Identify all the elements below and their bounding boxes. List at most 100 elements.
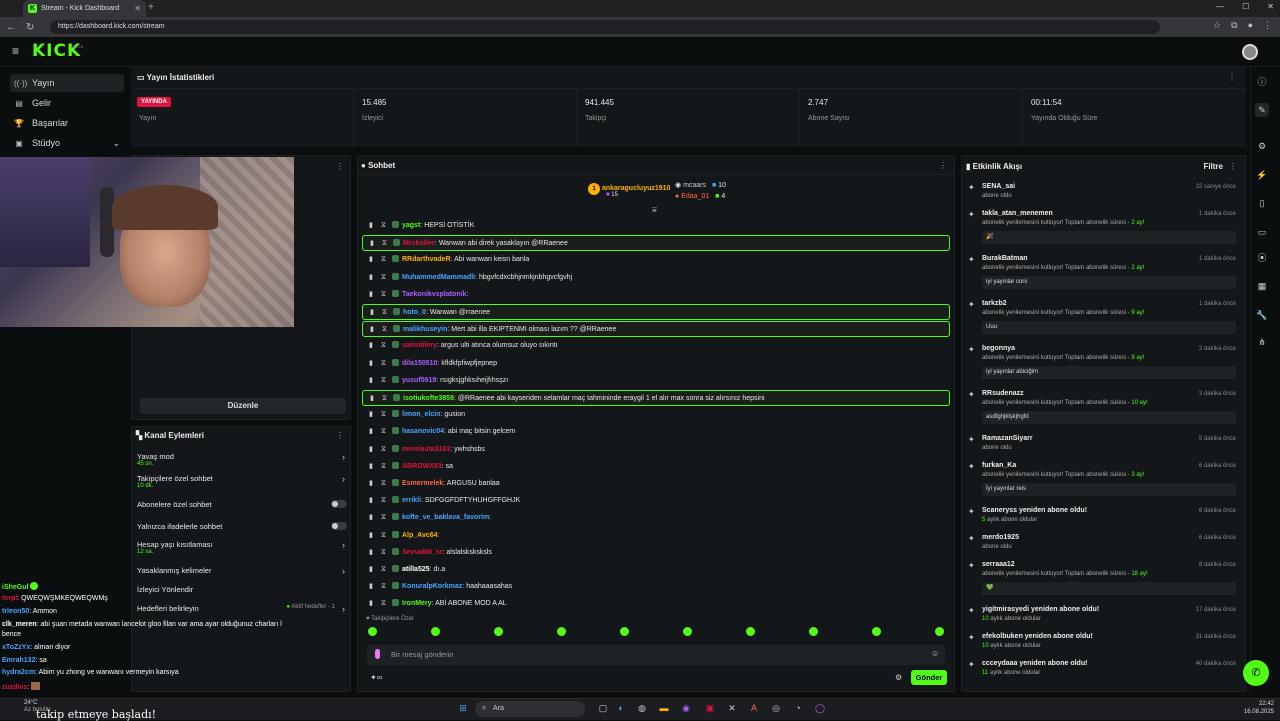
mic-icon[interactable]	[375, 649, 380, 659]
top-gifter-1[interactable]: 1 ankaragucluyuz1910	[588, 183, 670, 195]
nav-item-gelir[interactable]: ▤ Gelir	[10, 94, 124, 112]
document-icon[interactable]: ▯	[1255, 196, 1269, 210]
url-field[interactable]: https://dashboard.kick.com/stream	[50, 20, 1160, 34]
action-emote-only[interactable]: Yalnızca ifadelerle sohbet	[137, 522, 349, 542]
feed-name[interactable]: RamazanSiyarr	[982, 435, 1033, 442]
chat-username[interactable]: IronMery	[402, 600, 432, 607]
chat-username[interactable]: errikli	[402, 497, 421, 504]
timeout-icon[interactable]: ⧖	[381, 493, 386, 509]
chat-message[interactable]: ▮ ⧖ MuhammedMammadli: hbgvfcdxcbhjnmkjnbhg…	[362, 270, 950, 286]
obs-icon[interactable]: ◎	[770, 702, 782, 714]
pin-icon[interactable]: ▮	[369, 459, 373, 475]
capcut-icon[interactable]: ✕	[726, 702, 738, 714]
pin-icon[interactable]: ▮	[369, 218, 373, 234]
chat-message[interactable]: ▮ ⧖ isotiukofte3858: @RRaenee abi kayserid…	[362, 390, 950, 406]
pin-icon[interactable]: ▮	[369, 528, 373, 544]
profile-icon[interactable]: ●	[1248, 20, 1253, 31]
subs-only-toggle[interactable]	[331, 500, 347, 508]
chat-message[interactable]: ▮ ⧖ hoto_0: Wanwan @rraenee	[362, 304, 950, 320]
emote-icon[interactable]	[809, 627, 818, 636]
minimize-icon[interactable]: —	[1216, 2, 1224, 11]
nav-item-yayin[interactable]: ((·)) Yayın	[10, 74, 124, 92]
pin-icon[interactable]: ▮	[369, 510, 373, 526]
chat-username[interactable]: hoto_0	[403, 309, 426, 316]
edge-icon[interactable]: ◐	[615, 702, 627, 714]
chat-message[interactable]: ▮ ⧖ samotilery: argus ulti atınca olumsuz …	[362, 338, 950, 354]
feed-name[interactable]: BurakBatman	[982, 255, 1028, 262]
feed-name[interactable]: Scaneryss yeniden abone oldu!	[982, 507, 1087, 514]
app-red-icon[interactable]: ▣	[704, 702, 716, 714]
calendar-icon[interactable]: ▦	[1255, 279, 1269, 293]
timeout-icon[interactable]: ⧖	[381, 338, 386, 354]
chat-username[interactable]: malikhuseyin	[403, 326, 447, 333]
timeout-icon[interactable]: ⧖	[382, 236, 387, 250]
settings-icon[interactable]: ⚙	[1255, 139, 1269, 153]
emote-only-toggle[interactable]	[331, 522, 347, 530]
chat-username[interactable]: dila150510	[402, 360, 437, 367]
edit-button[interactable]: Düzenle	[140, 398, 346, 414]
emoji-picker-icon[interactable]: ☺	[931, 649, 939, 658]
chat-username[interactable]: hasanovic04	[402, 428, 444, 435]
feed-name[interactable]: RRsudenazz	[982, 390, 1024, 397]
chat-message[interactable]: ▮ ⧖ Taekonikvsplatonik:	[362, 287, 950, 303]
timeout-icon[interactable]: ⧖	[381, 562, 386, 578]
chat-message[interactable]: ▮ ⧖ Alp_Avc64:	[362, 528, 950, 544]
chat-settings-icon[interactable]: ⚙	[895, 673, 902, 682]
chat-username[interactable]: atilla525	[402, 566, 430, 573]
pin-icon[interactable]: ▮	[369, 442, 373, 458]
chat-username[interactable]: yusuf5919	[402, 377, 436, 384]
pin-icon[interactable]: ▮	[369, 562, 373, 578]
feed-name[interactable]: SENA_sai	[982, 183, 1015, 190]
chat-menu-icon[interactable]: ⋮	[939, 161, 947, 170]
chat-username[interactable]: limon_elcin	[402, 411, 441, 418]
emote-icon[interactable]	[368, 627, 377, 636]
pin-icon[interactable]: ▮	[369, 493, 373, 509]
emote-icon[interactable]	[683, 627, 692, 636]
emote-icon[interactable]	[431, 627, 440, 636]
maximize-icon[interactable]: ☐	[1242, 2, 1249, 11]
pin-icon[interactable]: ▮	[369, 373, 373, 389]
edit-icon[interactable]: ✎	[1255, 103, 1269, 117]
action-followers-only[interactable]: Takipçilere özel sohbet 10 dk. ›	[137, 474, 349, 494]
chat-username[interactable]: Alp_Avc64	[402, 532, 438, 539]
emote-icon[interactable]	[935, 627, 944, 636]
feed-name[interactable]: efekolbuken yeniden abone oldu!	[982, 633, 1093, 640]
chat-username[interactable]: KonuralpKorkmaz	[402, 583, 462, 590]
chat-message[interactable]: ▮ ⧖ yusuf5919: rsıgksjgfıksıheijfıhsşzı	[362, 373, 950, 389]
action-slow-mode[interactable]: Yavaş mod 45 sn. ›	[137, 452, 349, 472]
timeout-icon[interactable]: ⧖	[381, 579, 386, 595]
chat-message[interactable]: ▮ ⧖ errikli: SDFGGFDFTYHUHGFFGHJK	[362, 493, 950, 509]
user-avatar[interactable]	[1242, 44, 1258, 60]
chat-username[interactable]: yagst	[402, 222, 420, 229]
chat-message[interactable]: ▮ ⧖ malikhuseyin: Mert abi illa EKIPTENMI …	[362, 321, 950, 337]
chat-message[interactable]: ▮ ⧖ Mrsksllee: Wanwan abi direk yasaklayın…	[362, 235, 950, 251]
pin-icon[interactable]: ▮	[369, 596, 373, 612]
pin-icon[interactable]: ▮	[369, 545, 373, 561]
feed-name[interactable]: tarkzb2	[982, 300, 1007, 307]
chat-username[interactable]: merelasta3183	[402, 446, 450, 453]
chat-username[interactable]: MuhammedMammadli	[402, 274, 475, 281]
timeout-icon[interactable]: ⧖	[381, 510, 386, 526]
reload-icon[interactable]: ↻	[26, 22, 34, 33]
new-tab-icon[interactable]: +	[148, 2, 154, 13]
pin-icon[interactable]: ▮	[370, 322, 374, 336]
windows-start-icon[interactable]: ⊞	[457, 702, 469, 714]
timeout-icon[interactable]: ⧖	[381, 373, 386, 389]
feed-name[interactable]: yigitmirasyedi yeniden abone oldu!	[982, 606, 1099, 613]
action-subs-only[interactable]: Abonelere özel sohbet	[137, 500, 349, 520]
nav-item-studyo[interactable]: ▣ Stüdyo ⌄	[10, 134, 124, 152]
pin-icon[interactable]: ▮	[369, 424, 373, 440]
timeout-icon[interactable]: ⧖	[381, 476, 386, 492]
top-gifter-3[interactable]: ● Edaa_01 ■ 4	[675, 193, 725, 200]
stats-menu-icon[interactable]: ⋮	[1228, 73, 1236, 82]
chat-message[interactable]: ▮ ⧖ yagst: HEPSİ OTİSTİK	[362, 218, 950, 234]
chat-message[interactable]: ▮ ⧖ limon_elcin: gusion	[362, 407, 950, 423]
timeout-icon[interactable]: ⧖	[381, 407, 386, 423]
pin-icon[interactable]: ▮	[369, 579, 373, 595]
timeout-icon[interactable]: ⧖	[381, 596, 386, 612]
timeout-icon[interactable]: ⧖	[381, 356, 386, 372]
pin-icon[interactable]: ▮	[369, 270, 373, 286]
timeout-icon[interactable]: ⧖	[381, 459, 386, 475]
chat-message[interactable]: ▮ ⧖ merelasta3183: ywhshsbs	[362, 442, 950, 458]
star-icon[interactable]: ☆	[1213, 20, 1221, 31]
